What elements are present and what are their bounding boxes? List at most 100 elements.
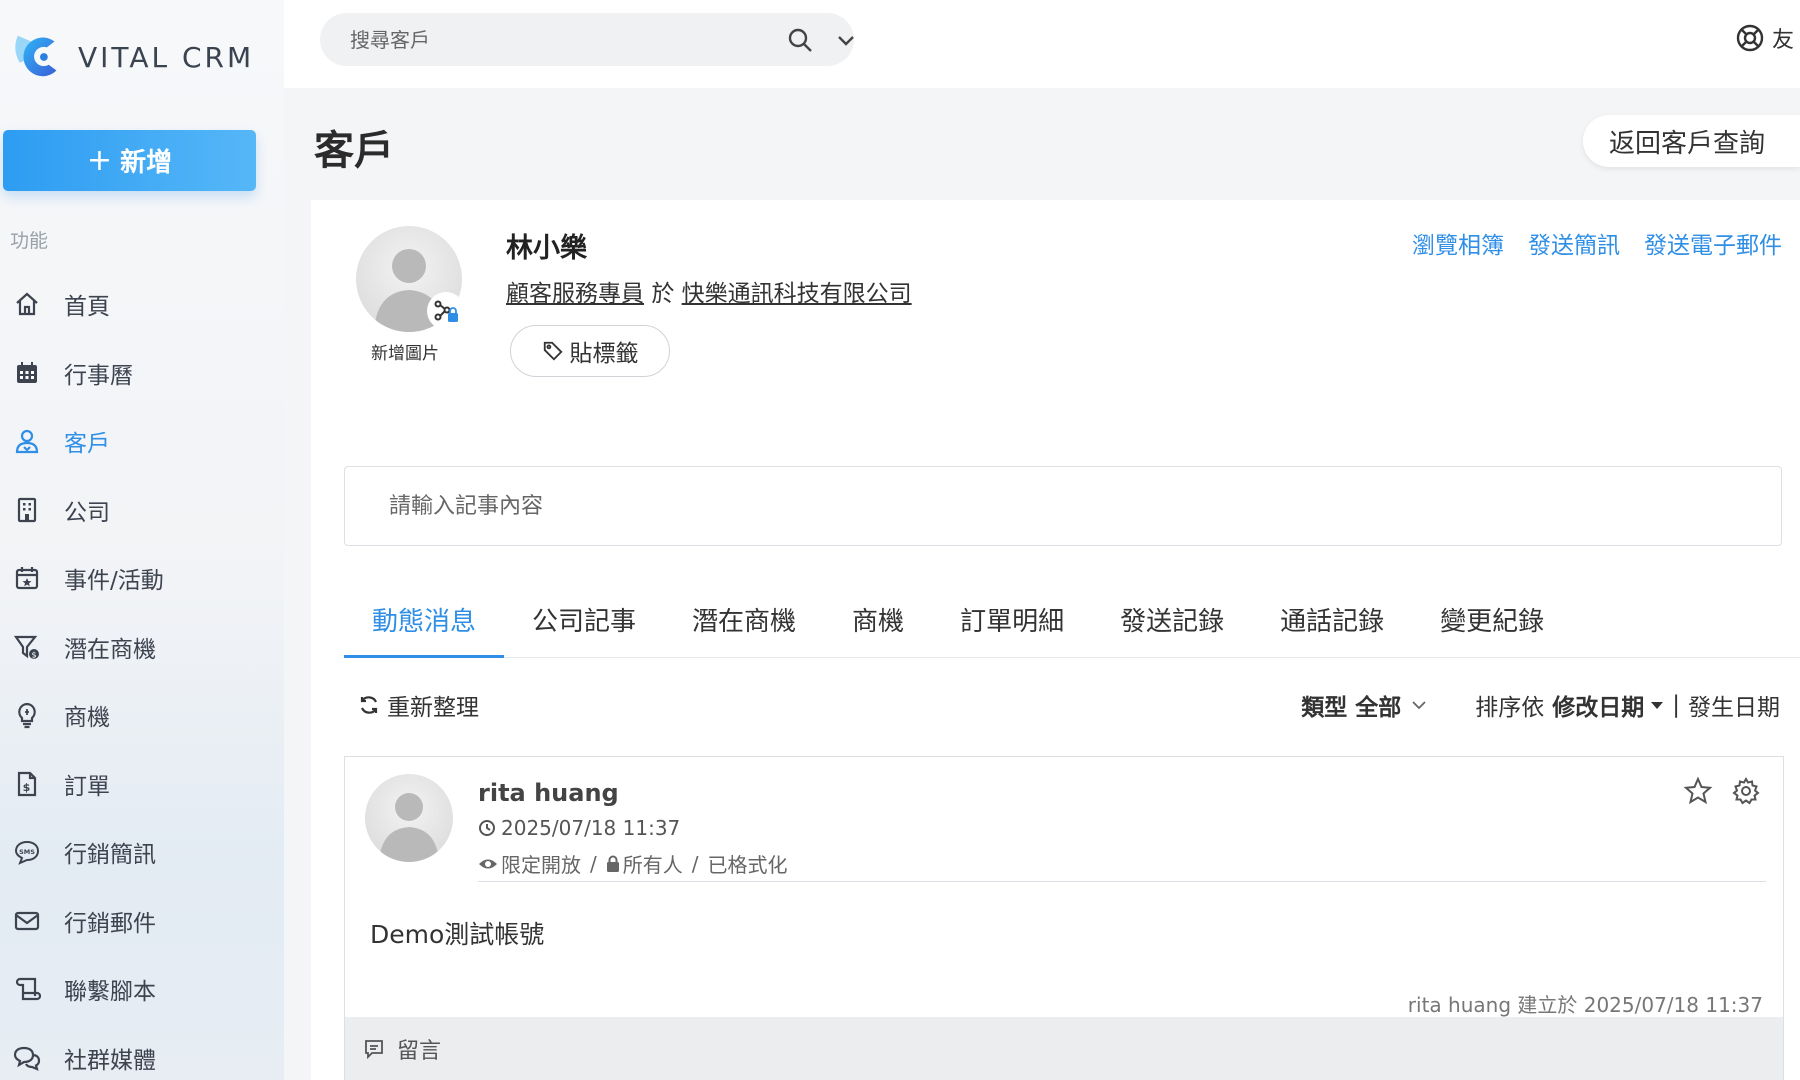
sidebar-item-label: 商機 (64, 705, 110, 732)
tab-news-feed[interactable]: 動態消息 (344, 600, 505, 658)
sort-active-label: 修改日期 (1552, 695, 1645, 721)
search-input[interactable] (350, 27, 740, 52)
tab-change-log[interactable]: 變更紀錄 (1412, 600, 1572, 658)
refresh-icon (360, 696, 378, 714)
sidebar-item-sms[interactable]: SMS 行銷簡訊 (0, 818, 284, 887)
meta-separator: / (691, 851, 699, 876)
eye-icon (479, 859, 497, 868)
add-photo-link[interactable]: 新增圖片 (371, 339, 439, 364)
sidebar-item-contacts[interactable]: 客戶 (0, 407, 284, 476)
help-menu[interactable]: 友 (1734, 22, 1794, 54)
activity-created-by: rita huang 建立於 2025/07/18 11:37 (1407, 993, 1763, 1017)
activity-author: rita huang (478, 779, 619, 807)
sort-separator: | (1672, 692, 1680, 718)
section-label: 功能 (10, 230, 49, 252)
back-to-search-button[interactable]: 返回客戶查詢 (1583, 115, 1800, 167)
sidebar-nav: 首頁 行事曆 客戶 公司 事件/活動 $ 潛在商機 商機 $ 訂單 SMS 行銷… (0, 270, 284, 1080)
script-scroll-icon (12, 974, 42, 1004)
comment-label: 留言 (397, 1039, 442, 1064)
tab-bar: 動態消息 公司記事 潛在商機 商機 訂單明細 發送記錄 通話記錄 變更紀錄 (344, 600, 1800, 658)
at-word: 於 (651, 281, 675, 307)
search-icon[interactable] (786, 26, 814, 54)
sidebar-item-orders[interactable]: $ 訂單 (0, 750, 284, 819)
activity-content: Demo測試帳號 (370, 920, 545, 949)
building-icon (12, 495, 42, 525)
lock-icon (606, 855, 619, 872)
sidebar-item-label: 社群媒體 (64, 1047, 156, 1074)
sidebar-item-scripts[interactable]: 聯繫腳本 (0, 955, 284, 1024)
sidebar-item-home[interactable]: 首頁 (0, 270, 284, 339)
tab-call-records[interactable]: 通話記錄 (1252, 600, 1412, 658)
vital-crm-logo-icon (15, 35, 57, 77)
sidebar-item-label: 客戶 (64, 431, 110, 458)
person-silhouette-icon (379, 793, 439, 862)
avatar-share-badge[interactable] (427, 292, 465, 330)
star-icon[interactable] (1683, 776, 1713, 806)
tab-leads[interactable]: 潛在商機 (664, 600, 824, 658)
gear-icon[interactable] (1731, 776, 1761, 806)
contact-actions: 瀏覽相簿 發送簡訊 發送電子郵件 (1412, 226, 1782, 260)
author-avatar[interactable] (365, 774, 453, 862)
event-calendar-icon (12, 563, 42, 593)
mail-icon (12, 906, 42, 936)
calendar-icon (12, 358, 42, 388)
add-tag-button[interactable]: 貼標籤 (510, 325, 670, 377)
comment-button[interactable]: 留言 (345, 1017, 1783, 1080)
page-title: 客戶 (314, 128, 394, 174)
browse-album-link[interactable]: 瀏覽相簿 (1412, 226, 1504, 260)
refresh-label: 重新整理 (387, 695, 479, 721)
sidebar-item-label: 行事曆 (64, 362, 133, 389)
sidebar-item-social[interactable]: 社群媒體 (0, 1024, 284, 1080)
sidebar-item-email-marketing[interactable]: 行銷郵件 (0, 887, 284, 956)
type-filter-dropdown[interactable]: 類型 全部 (1301, 688, 1429, 722)
tab-order-details[interactable]: 訂單明細 (932, 600, 1092, 658)
sidebar-item-label: 聯繫腳本 (64, 979, 156, 1006)
new-button[interactable]: + 新增 (3, 130, 256, 191)
audience-label: 所有人 (622, 853, 683, 877)
sidebar-item-calendar[interactable]: 行事曆 (0, 339, 284, 408)
sidebar-item-company[interactable]: 公司 (0, 476, 284, 545)
note-input[interactable] (344, 466, 1782, 546)
share-lock-icon (434, 300, 458, 322)
sidebar-item-label: 行銷郵件 (64, 910, 156, 937)
sidebar-item-label: 首頁 (64, 294, 110, 321)
company-link[interactable]: 快樂通訊科技有限公司 (682, 281, 912, 307)
sidebar-item-leads[interactable]: $ 潛在商機 (0, 613, 284, 682)
contact-name: 林小樂 (506, 233, 587, 264)
divider (478, 881, 1766, 882)
privacy-label: 限定開放 (501, 853, 581, 877)
lifebuoy-icon (1736, 24, 1764, 52)
svg-text:$: $ (23, 781, 31, 794)
comment-icon (365, 1040, 383, 1060)
sms-icon: SMS (12, 837, 42, 867)
sort-by-occurrence-date[interactable]: 發生日期 (1688, 688, 1780, 722)
job-title-link[interactable]: 顧客服務專員 (506, 281, 644, 307)
meta-separator: / (590, 851, 597, 876)
plus-icon: + (86, 143, 113, 178)
sidebar-item-label: 公司 (64, 499, 110, 526)
send-sms-link[interactable]: 發送簡訊 (1528, 226, 1620, 260)
tab-company-notes[interactable]: 公司記事 (504, 600, 664, 658)
top-bar: 友 (284, 0, 1800, 88)
chevron-down-icon[interactable] (834, 28, 858, 52)
sidebar-item-events[interactable]: 事件/活動 (0, 544, 284, 613)
tab-send-records[interactable]: 發送記錄 (1092, 600, 1252, 658)
type-filter-value: 全部 (1355, 695, 1402, 721)
logo-text: VITAL CRM (78, 40, 255, 74)
search-box[interactable] (320, 13, 854, 66)
chat-bubbles-icon (12, 1043, 42, 1073)
send-email-link[interactable]: 發送電子郵件 (1644, 226, 1782, 260)
tag-button-label: 貼標籤 (569, 341, 639, 367)
sidebar-item-opportunities[interactable]: 商機 (0, 681, 284, 750)
lightbulb-icon (12, 700, 42, 730)
format-label: 已格式化 (707, 853, 788, 877)
sort-by-modified-date[interactable]: 修改日期 (1552, 688, 1664, 722)
contact-role: 顧客服務專員 於 快樂通訊科技有限公司 (506, 274, 912, 308)
tab-opportunities[interactable]: 商機 (824, 600, 932, 658)
refresh-button[interactable]: 重新整理 (357, 688, 479, 722)
svg-text:$: $ (31, 650, 36, 659)
chevron-down-icon (1412, 701, 1426, 710)
activity-item: rita huang 2025/07/18 11:37 限定開放 / 所有人 /… (344, 756, 1784, 1080)
logo[interactable]: VITAL CRM (12, 28, 254, 86)
contact-card: 新增圖片 林小樂 顧客服務專員 於 快樂通訊科技有限公司 貼標籤 瀏覽相簿 發送… (311, 200, 1800, 1080)
